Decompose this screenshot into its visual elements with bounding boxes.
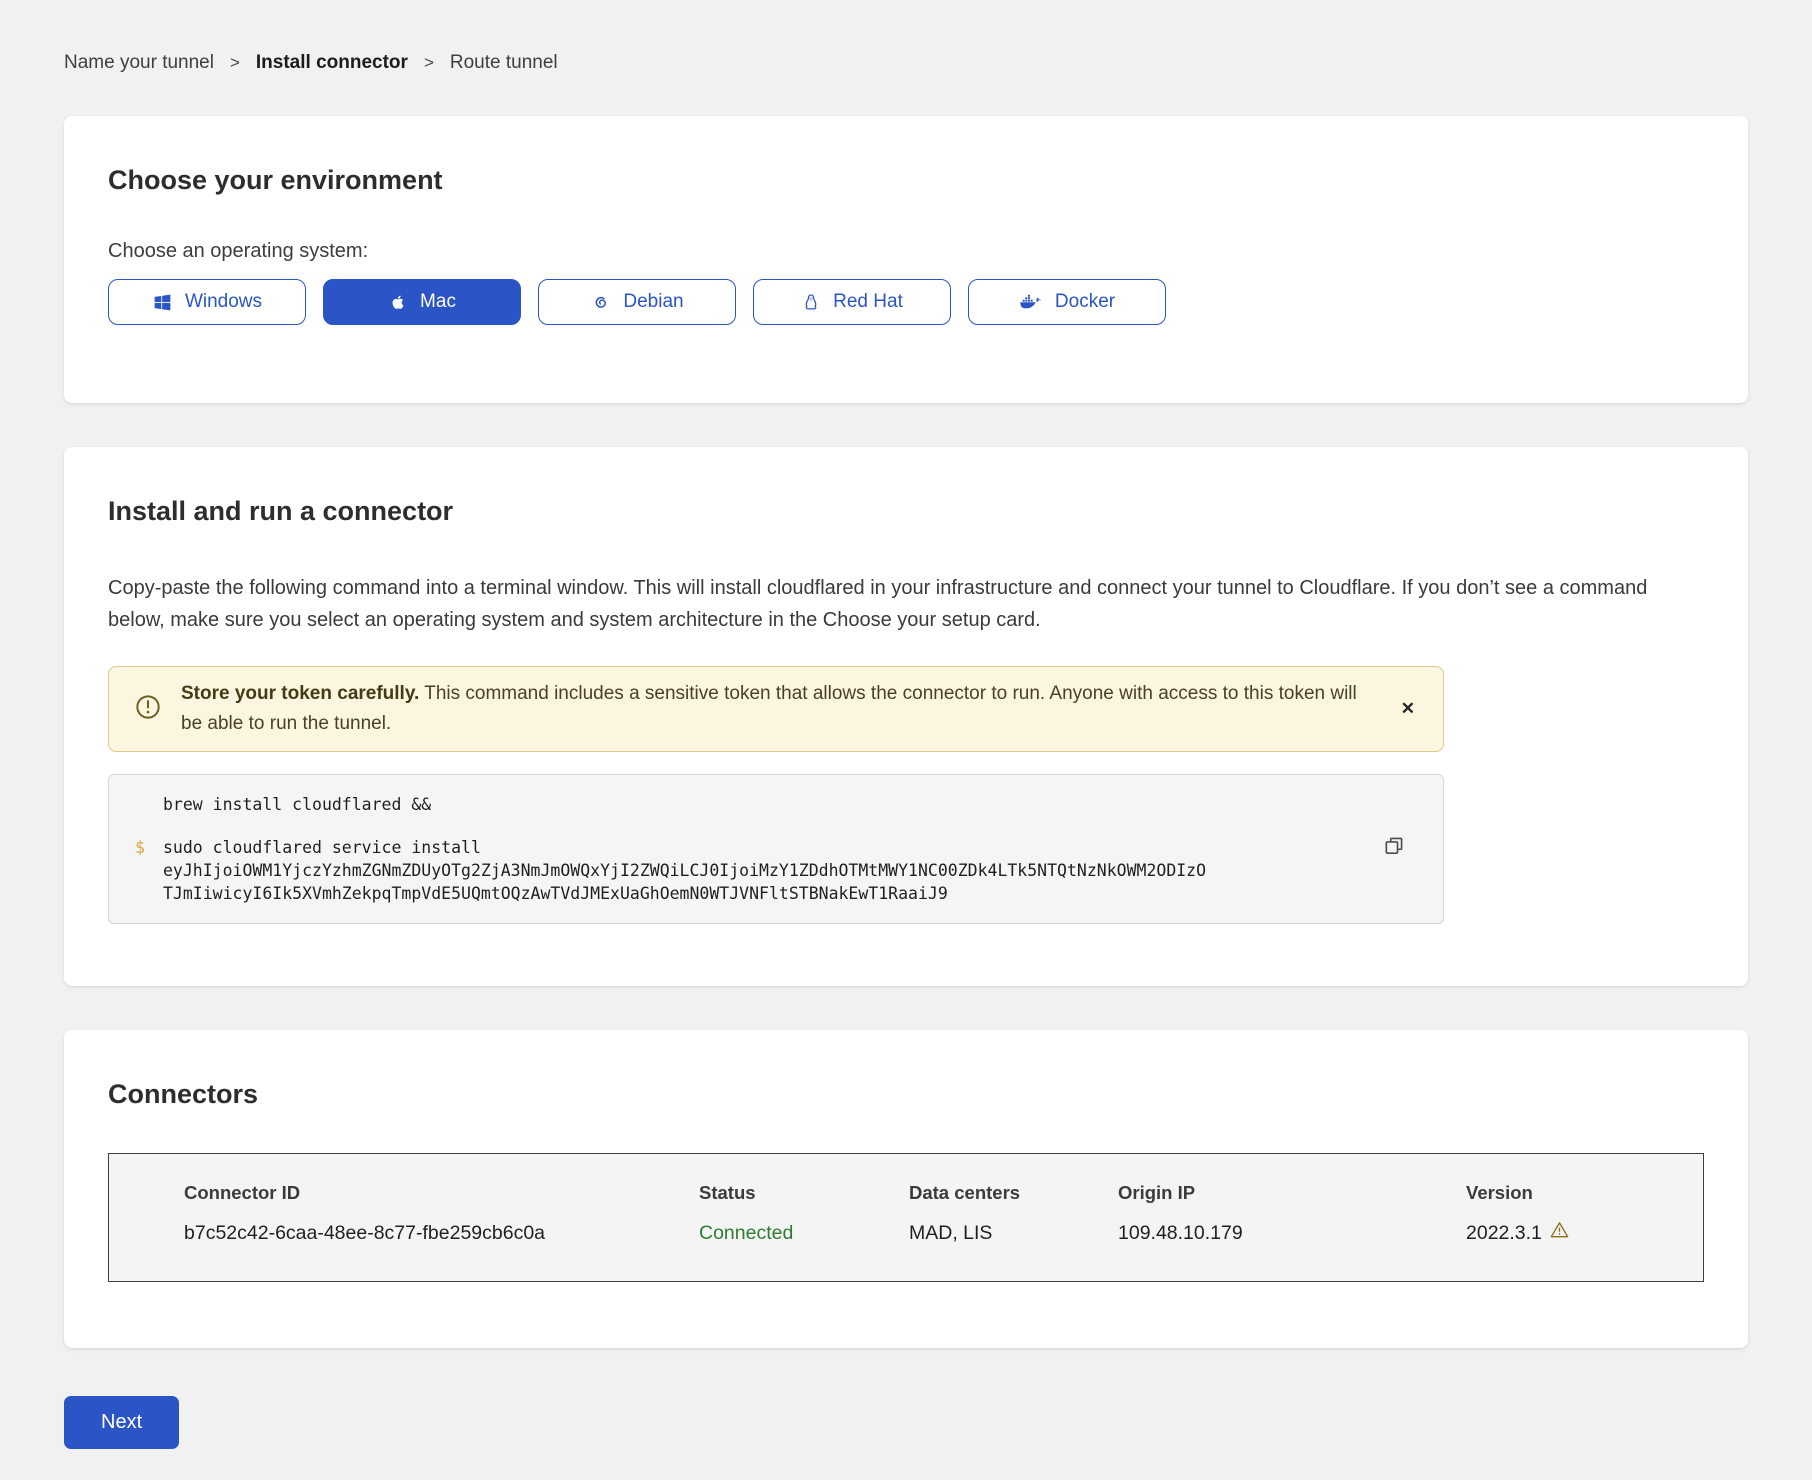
code-line-sudo: $ sudo cloudflared service install eyJhI… bbox=[135, 836, 1413, 905]
col-header-status: Status bbox=[699, 1182, 909, 1204]
tux-penguin-icon bbox=[801, 291, 821, 313]
connectors-title: Connectors bbox=[108, 1078, 1704, 1111]
debian-icon bbox=[590, 292, 611, 313]
install-command-code-block: brew install cloudflared && $ sudo cloud… bbox=[108, 774, 1444, 924]
prompt-spacer bbox=[135, 793, 163, 816]
data-centers-value: MAD, LIS bbox=[909, 1221, 1118, 1245]
table-row: b7c52c42-6caa-48ee-8c77-fbe259cb6c0a Con… bbox=[184, 1220, 1703, 1245]
connector-id-value: b7c52c42-6caa-48ee-8c77-fbe259cb6c0a bbox=[184, 1221, 699, 1245]
breadcrumb-step-route-tunnel[interactable]: Route tunnel bbox=[450, 52, 558, 74]
sudo-command-wrap: sudo cloudflared service install eyJhIjo… bbox=[163, 836, 1413, 905]
os-button-debian[interactable]: Debian bbox=[538, 279, 736, 325]
apple-icon bbox=[388, 291, 408, 313]
token-warning-banner: Store your token carefully. This command… bbox=[108, 666, 1444, 752]
shell-prompt: $ bbox=[135, 836, 163, 905]
connectors-table-header: Connector ID Status Data centers Origin … bbox=[184, 1182, 1703, 1204]
col-header-origin-ip: Origin IP bbox=[1118, 1182, 1466, 1204]
tunnel-token-text: eyJhIjoiOWM1YjczYzhmZGNmZDUyOTg2ZjA3NmJm… bbox=[163, 859, 1208, 905]
origin-ip-value: 109.48.10.179 bbox=[1118, 1221, 1466, 1245]
os-button-label: Docker bbox=[1055, 291, 1115, 313]
os-button-label: Debian bbox=[623, 291, 683, 313]
environment-card-title: Choose your environment bbox=[108, 164, 1704, 197]
col-header-data-centers: Data centers bbox=[909, 1182, 1118, 1204]
connectors-table: Connector ID Status Data centers Origin … bbox=[108, 1153, 1704, 1282]
status-badge: Connected bbox=[699, 1221, 909, 1245]
brew-command-text: brew install cloudflared && bbox=[163, 793, 1413, 816]
docker-whale-icon bbox=[1019, 292, 1043, 312]
os-button-label: Windows bbox=[185, 291, 262, 313]
os-button-label: Mac bbox=[420, 291, 456, 313]
os-button-group: Windows Mac Debian Red Hat bbox=[108, 279, 1704, 325]
sudo-command-text: sudo cloudflared service install bbox=[163, 838, 481, 857]
os-button-label: Red Hat bbox=[833, 291, 903, 313]
install-connector-title: Install and run a connector bbox=[108, 495, 1704, 528]
col-header-version: Version bbox=[1466, 1182, 1703, 1204]
os-button-redhat[interactable]: Red Hat bbox=[753, 279, 951, 325]
code-line-brew: brew install cloudflared && bbox=[135, 793, 1413, 816]
os-button-docker[interactable]: Docker bbox=[968, 279, 1166, 325]
col-header-connector-id: Connector ID bbox=[184, 1182, 699, 1204]
banner-close-icon[interactable]: ✕ bbox=[1395, 695, 1421, 723]
copy-icon[interactable] bbox=[1381, 833, 1407, 862]
breadcrumb-step-name-your-tunnel[interactable]: Name your tunnel bbox=[64, 52, 214, 74]
breadcrumb: Name your tunnel > Install connector > R… bbox=[64, 0, 1748, 74]
os-button-mac[interactable]: Mac bbox=[323, 279, 521, 325]
connectors-card: Connectors Connector ID Status Data cent… bbox=[64, 1030, 1748, 1348]
breadcrumb-separator: > bbox=[230, 53, 240, 73]
token-warning-title: Store your token carefully. bbox=[181, 683, 419, 704]
windows-icon bbox=[152, 292, 173, 313]
breadcrumb-step-install-connector[interactable]: Install connector bbox=[256, 52, 408, 74]
os-select-label: Choose an operating system: bbox=[108, 239, 1704, 263]
warning-triangle-icon bbox=[1550, 1220, 1569, 1245]
version-value-wrap: 2022.3.1 bbox=[1466, 1220, 1703, 1245]
install-connector-card: Install and run a connector Copy-paste t… bbox=[64, 447, 1748, 986]
alert-circle-icon bbox=[135, 694, 161, 725]
breadcrumb-separator: > bbox=[424, 53, 434, 73]
os-button-windows[interactable]: Windows bbox=[108, 279, 306, 325]
version-value: 2022.3.1 bbox=[1466, 1221, 1542, 1245]
install-connector-description: Copy-paste the following command into a … bbox=[108, 572, 1704, 636]
page: Name your tunnel > Install connector > R… bbox=[0, 0, 1812, 1449]
next-button[interactable]: Next bbox=[64, 1396, 179, 1449]
token-warning-text: Store your token carefully. This command… bbox=[181, 679, 1417, 739]
environment-card: Choose your environment Choose an operat… bbox=[64, 116, 1748, 403]
